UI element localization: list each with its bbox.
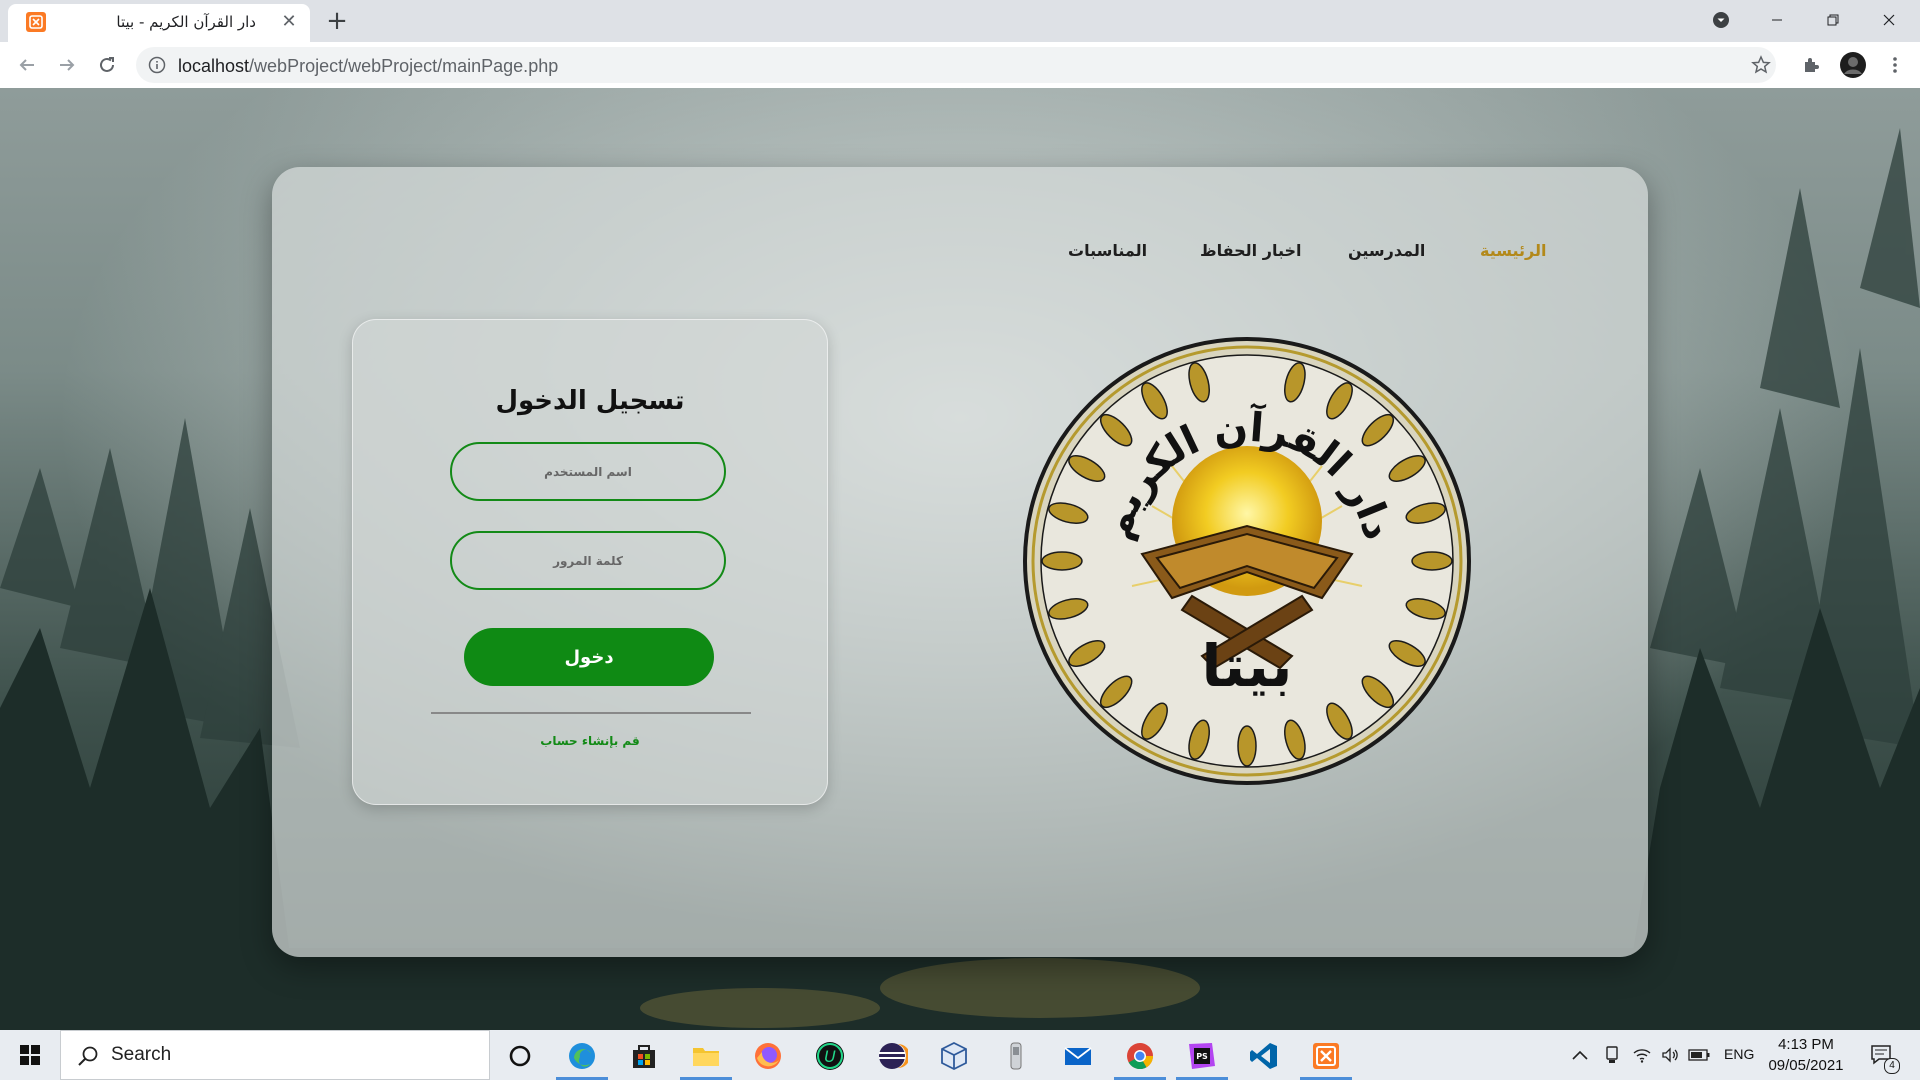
login-title: تسجيل الدخول [495,386,685,416]
forward-arrow-icon[interactable] [52,50,82,80]
profile-avatar[interactable] [1838,50,1868,80]
close-window-button[interactable] [1866,4,1912,36]
svg-text:PS: PS [1196,1052,1208,1061]
nav-memorizers-news-link[interactable]: اخبار الحفاظ [1200,241,1302,260]
search-placeholder: Search [111,1044,172,1065]
login-form: تسجيل الدخول دخول قم بإنشاء حساب [352,319,828,805]
file-explorer-icon[interactable] [690,1040,722,1072]
tab-close-icon[interactable]: ✕ [278,11,300,33]
url-host: localhost [178,56,250,76]
url-path: /webProject/webProject/mainPage.php [249,56,559,76]
reload-icon[interactable] [92,50,122,80]
tab-strip: دار القرآن الكريم - بيتا ✕ + [0,0,1920,42]
vscode-icon[interactable] [1248,1040,1280,1072]
back-arrow-icon[interactable] [12,50,42,80]
nav-events-link[interactable]: المناسبات [1068,241,1147,260]
mail-icon[interactable] [1062,1040,1094,1072]
dar-quran-logo: دار القرآن الكريم بيتا [1022,336,1472,786]
address-bar[interactable]: localhost/webProject/webProject/mainPage… [136,47,1776,83]
nav-home-link[interactable]: الرئيسية [1480,241,1547,260]
minimize-button[interactable] [1754,4,1800,36]
extensions-puzzle-icon[interactable] [1796,50,1826,80]
chrome-icon[interactable] [1124,1040,1156,1072]
device-icon[interactable] [1000,1040,1032,1072]
cortana-icon[interactable] [504,1040,536,1072]
windows-taskbar: Search U PS ENG 4:13 PM 09/05/2021 4 [0,1030,1920,1080]
windows-start-icon[interactable] [0,1030,60,1080]
login-button[interactable]: دخول [464,628,714,686]
tray-device-icon[interactable] [1598,1030,1626,1080]
page-viewport: الرئيسية المدرسين اخبار الحفاظ المناسبات… [0,88,1920,1030]
store-icon[interactable] [628,1040,660,1072]
tab-title: دار القرآن الكريم - بيتا [116,13,256,31]
form-divider [431,712,751,714]
intellij-icon[interactable]: U [814,1040,846,1072]
wifi-icon[interactable] [1628,1030,1656,1080]
url-text[interactable]: localhost/webProject/webProject/mainPage… [178,56,558,77]
notification-center-icon[interactable]: 4 [1862,1030,1902,1080]
browser-menu-icon[interactable] [1880,50,1910,80]
eclipse-icon[interactable] [876,1040,908,1072]
browser-toolbar: localhost/webProject/webProject/mainPage… [0,42,1920,89]
virtualbox-icon[interactable] [938,1040,970,1072]
site-info-icon[interactable] [148,56,166,74]
browser-tab[interactable]: دار القرآن الكريم - بيتا ✕ [8,4,310,42]
svg-text:U: U [824,1047,836,1066]
tab-search-icon[interactable] [1698,4,1744,36]
battery-icon[interactable] [1684,1030,1714,1080]
logo-name-text: بيتا [1202,632,1293,700]
nav-teachers-link[interactable]: المدرسين [1348,241,1425,260]
xampp-icon[interactable] [1310,1040,1342,1072]
firefox-icon[interactable] [752,1040,784,1072]
new-tab-button[interactable]: + [322,6,352,36]
search-icon [78,1046,98,1066]
restore-button[interactable] [1810,4,1856,36]
phpstorm-icon[interactable]: PS [1186,1040,1218,1072]
taskbar-search-box[interactable]: Search [60,1030,490,1080]
edge-icon[interactable] [566,1040,598,1072]
clock-date: 09/05/2021 [1768,1057,1844,1074]
create-account-link[interactable]: قم بإنشاء حساب [353,734,827,748]
bookmark-star-icon[interactable] [1746,50,1776,80]
language-indicator[interactable]: ENG [1724,1046,1754,1062]
tray-chevron-up-icon[interactable] [1566,1030,1594,1080]
password-input[interactable] [450,531,726,590]
username-input[interactable] [450,442,726,501]
clock-time: 4:13 PM [1778,1036,1834,1053]
taskbar-clock[interactable]: 4:13 PM 09/05/2021 [1762,1034,1850,1076]
volume-icon[interactable] [1656,1030,1684,1080]
notification-count-badge: 4 [1884,1058,1900,1074]
